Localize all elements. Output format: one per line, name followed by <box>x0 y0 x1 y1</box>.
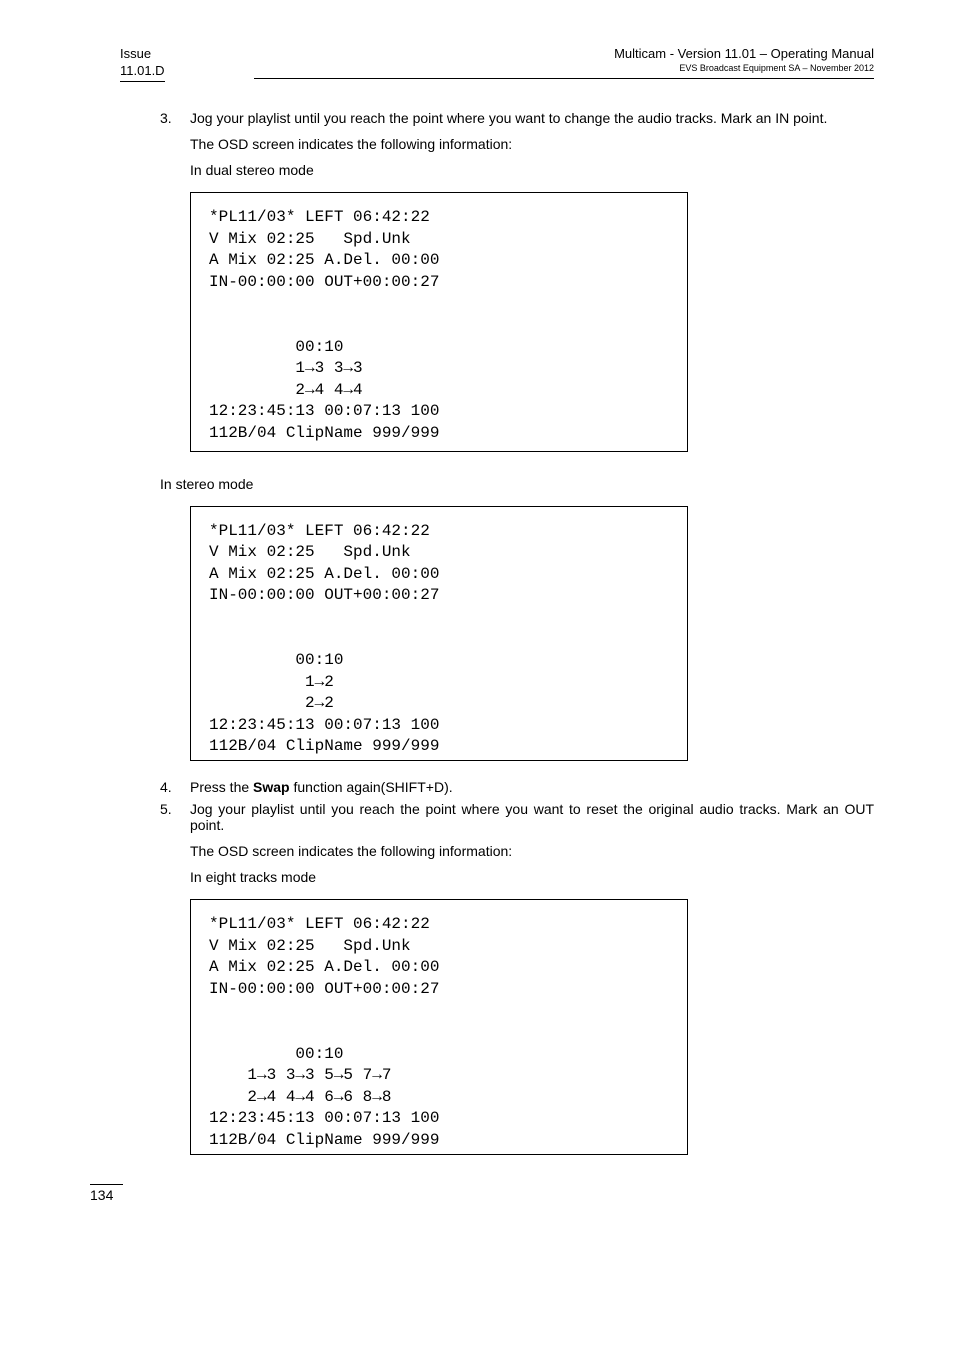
osd-line: IN-00:00:00 OUT+00:00:27 <box>209 980 439 998</box>
osd-line: 00:10 <box>209 651 343 669</box>
osd-line: V Mix 02:25 Spd.Unk <box>209 937 411 955</box>
osd-line: A Mix 02:25 A.Del. 00:00 <box>209 958 439 976</box>
revision-label: 11.01.D <box>120 63 165 82</box>
osd-line: V Mix 02:25 Spd.Unk <box>209 230 411 248</box>
osd-line: 112B/04 ClipName 999/999 <box>209 1131 439 1149</box>
osd-stereo: *PL11/03* LEFT 06:42:22 V Mix 02:25 Spd.… <box>190 506 688 762</box>
osd-line: V Mix 02:25 Spd.Unk <box>209 543 411 561</box>
osd-line: IN-00:00:00 OUT+00:00:27 <box>209 586 439 604</box>
osd-line: 1→2 <box>209 673 334 691</box>
osd-line: A Mix 02:25 A.Del. 00:00 <box>209 565 439 583</box>
step-3-para-2: In dual stereo mode <box>190 162 874 178</box>
step-text: Press the Swap function again(SHIFT+D). <box>190 779 874 795</box>
osd-line: 12:23:45:13 00:07:13 100 <box>209 402 439 420</box>
header-right: Multicam - Version 11.01 – Operating Man… <box>614 46 874 75</box>
doc-subtitle: EVS Broadcast Equipment SA – November 20… <box>614 63 874 75</box>
step-4: 4. Press the Swap function again(SHIFT+D… <box>160 779 874 795</box>
osd-line: 00:10 <box>209 1045 343 1063</box>
osd-line: 2→4 4→4 <box>209 381 363 399</box>
step-text: Jog your playlist until you reach the po… <box>190 110 874 126</box>
issue-label: Issue <box>120 46 165 63</box>
step-number: 4. <box>160 779 190 795</box>
swap-bold: Swap <box>253 779 290 795</box>
text-post: function again(SHIFT+D). <box>290 779 453 795</box>
osd-dual-stereo: *PL11/03* LEFT 06:42:22 V Mix 02:25 Spd.… <box>190 192 688 452</box>
osd-line: 1→3 3→3 <box>209 359 363 377</box>
main-content: 3. Jog your playlist until you reach the… <box>160 110 874 1155</box>
osd-line: 2→4 4→4 6→6 8→8 <box>209 1088 391 1106</box>
step-number: 3. <box>160 110 190 126</box>
stereo-mode-label: In stereo mode <box>160 476 874 492</box>
header-rule <box>254 78 874 79</box>
osd-line: 112B/04 ClipName 999/999 <box>209 737 439 755</box>
osd-line: 12:23:45:13 00:07:13 100 <box>209 1109 439 1127</box>
step-5-para-1: The OSD screen indicates the following i… <box>190 843 874 859</box>
step-number: 5. <box>160 801 190 833</box>
osd-line: *PL11/03* LEFT 06:42:22 <box>209 915 430 933</box>
header-left: Issue 11.01.D <box>120 46 165 82</box>
step-5-para-2: In eight tracks mode <box>190 869 874 885</box>
osd-line: 2→2 <box>209 694 334 712</box>
step-text: Jog your playlist until you reach the po… <box>190 801 874 833</box>
osd-line: 112B/04 ClipName 999/999 <box>209 424 439 442</box>
osd-eight-tracks: *PL11/03* LEFT 06:42:22 V Mix 02:25 Spd.… <box>190 899 688 1155</box>
osd-line: 1→3 3→3 5→5 7→7 <box>209 1066 391 1084</box>
text-pre: Press the <box>190 779 253 795</box>
step-3-para-1: The OSD screen indicates the following i… <box>190 136 874 152</box>
page-number: 134 <box>90 1184 123 1203</box>
osd-line: 00:10 <box>209 338 343 356</box>
step-3: 3. Jog your playlist until you reach the… <box>160 110 874 126</box>
doc-title: Multicam - Version 11.01 – Operating Man… <box>614 46 874 63</box>
osd-line: A Mix 02:25 A.Del. 00:00 <box>209 251 439 269</box>
osd-line: IN-00:00:00 OUT+00:00:27 <box>209 273 439 291</box>
osd-line: *PL11/03* LEFT 06:42:22 <box>209 522 430 540</box>
osd-line: *PL11/03* LEFT 06:42:22 <box>209 208 430 226</box>
step-5: 5. Jog your playlist until you reach the… <box>160 801 874 833</box>
osd-line: 12:23:45:13 00:07:13 100 <box>209 716 439 734</box>
